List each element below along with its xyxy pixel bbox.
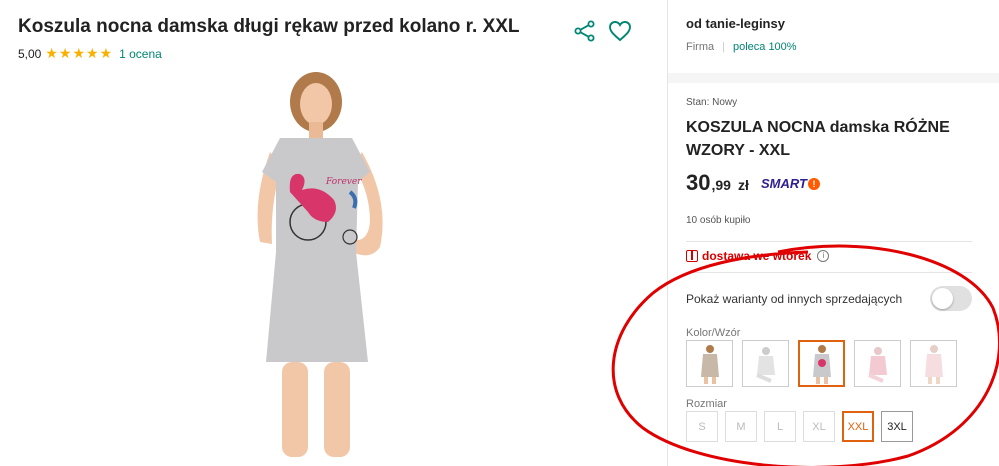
smart-badge[interactable]: SMART! (761, 176, 820, 191)
price: 30 ,99 zł (686, 170, 749, 196)
bought-count: 10 osób kupiło (686, 215, 751, 226)
size-label: Rozmiar (686, 398, 727, 410)
smart-alert-icon: ! (807, 178, 820, 190)
separator (686, 272, 972, 273)
size-option-l[interactable]: L (764, 411, 796, 442)
heart-icon[interactable] (608, 20, 632, 42)
price-currency: zł (737, 177, 749, 193)
seller-type: Firma (686, 41, 715, 53)
seller-name-link[interactable]: od tanie-leginsy (686, 16, 785, 31)
swatch-thumbnail (755, 346, 775, 383)
swatch-thumbnail (924, 344, 943, 384)
swatch-thumbnail (700, 344, 719, 384)
color-swatches (686, 340, 957, 387)
color-label: Kolor/Wzór (686, 327, 741, 339)
seller-card (668, 0, 999, 73)
swatch-thumbnail (867, 346, 887, 383)
smart-badge-label: SMART (761, 176, 807, 191)
size-option-m[interactable]: M (725, 411, 757, 442)
share-icon[interactable] (574, 20, 596, 42)
color-swatch[interactable] (854, 340, 901, 387)
rating-row: 5,00 ★★★★★ 1 ocena (18, 45, 162, 62)
rating-stars: ★★★★★ (45, 45, 114, 61)
swatch-thumbnail (812, 344, 831, 384)
offer-title: KOSZULA NOCNA damska RÓŻNE WZORY - XXL (686, 119, 950, 159)
product-title: Koszula nocna damska długi rękaw przed k… (18, 16, 520, 37)
color-swatch-selected[interactable] (798, 340, 845, 387)
separator (686, 241, 972, 242)
condition-label: Stan: Nowy (686, 97, 738, 108)
size-option-s[interactable]: S (686, 411, 718, 442)
size-options: S M L XL XXL 3XL (686, 411, 913, 442)
color-swatch[interactable] (910, 340, 957, 387)
color-swatch[interactable] (686, 340, 733, 387)
rating-score: 5,00 (18, 46, 42, 61)
delivery-info[interactable]: dostawa we wtorek i (686, 249, 830, 263)
gift-icon (686, 250, 698, 262)
color-swatch[interactable] (742, 340, 789, 387)
price-decimal: ,99 (711, 177, 731, 193)
price-integer: 30 (686, 170, 711, 195)
variants-toggle-label: Pokaż warianty od innych sprzedających (686, 292, 903, 306)
seller-meta-separator: | (722, 41, 725, 53)
variants-toggle[interactable] (930, 286, 972, 311)
seller-recommend-link[interactable]: poleca 100% (733, 41, 797, 53)
product-image[interactable]: Forever (230, 72, 400, 462)
size-option-3xl[interactable]: 3XL (881, 411, 913, 442)
product-page: Koszula nocna damska długi rękaw przed k… (0, 0, 999, 466)
size-option-xl[interactable]: XL (803, 411, 835, 442)
info-icon[interactable]: i (817, 250, 830, 262)
svg-text:Forever: Forever (325, 177, 362, 187)
toggle-knob (932, 288, 953, 309)
seller-meta: Firma | poleca 100% (686, 41, 797, 53)
rating-count-link[interactable]: 1 ocena (119, 47, 162, 61)
size-option-xxl-selected[interactable]: XXL (842, 411, 874, 442)
delivery-text: dostawa we wtorek (702, 249, 812, 263)
